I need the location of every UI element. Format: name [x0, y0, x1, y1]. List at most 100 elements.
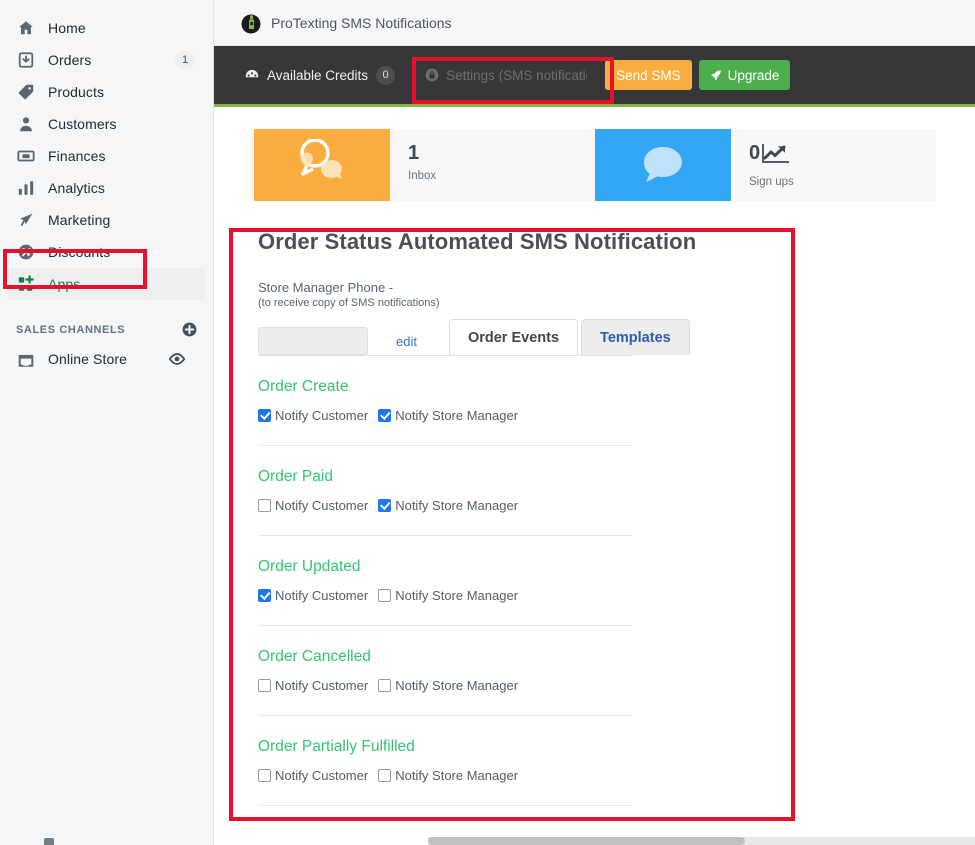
sidebar-item-orders[interactable]: Orders 1 [8, 44, 205, 76]
sidebar-item-analytics[interactable]: Analytics [8, 172, 205, 204]
checkbox-box[interactable] [378, 679, 392, 692]
sidebar-item-finances[interactable]: Finances [8, 140, 205, 172]
checkbox-box[interactable] [258, 769, 271, 782]
order-event-name: Order Cancelled [258, 648, 371, 665]
stat-card-inbox[interactable]: 1 Inbox [254, 129, 595, 201]
edit-phone-link[interactable]: edit [396, 334, 417, 349]
send-sms-button[interactable]: Send SMS [605, 60, 692, 90]
checkbox-box[interactable] [378, 769, 392, 782]
store-manager-phone-label: Store Manager Phone - [258, 280, 394, 295]
tab-order-events[interactable]: Order Events [448, 319, 579, 355]
sales-channels-label: SALES CHANNELS [16, 323, 126, 336]
sidebar: Home Orders 1 Products Customers Finances Anal… [0, 0, 214, 845]
notify-store-manager-checkbox[interactable]: Notify Store Manager [378, 678, 518, 693]
sidebar-item-customers[interactable]: Customers [8, 108, 205, 140]
order-event-row: Order Partially Fulfilled Notify Customer… [258, 716, 633, 806]
notify-customer-checkbox[interactable]: Notify Customer [258, 768, 368, 783]
notify-store-manager-checkbox[interactable]: Notify Store Manager [378, 768, 518, 783]
notify-store-manager-checkbox[interactable]: Notify Store Manager [378, 498, 518, 513]
available-credits-value: 0 [376, 65, 396, 85]
sidebar-item-marketing[interactable]: Marketing [8, 204, 205, 236]
eye-icon[interactable] [163, 350, 191, 368]
store-manager-phone-sublabel: (to receive copy of SMS notifications) [258, 297, 440, 309]
notify-customer-label: Notify Customer [275, 498, 369, 513]
settings-button[interactable]: Settings (SMS notifications) [425, 68, 587, 83]
main-area: ProTexting SMS Notifications Available C… [214, 0, 975, 845]
notify-store-manager-label: Notify Store Manager [395, 678, 519, 693]
sales-channels-header: SALES CHANNELS [16, 322, 197, 337]
phone-and-tabs-row: edit Order Events Templates [258, 319, 975, 355]
sidebar-channel-online-store[interactable]: Online Store [8, 343, 205, 375]
app-root: Home Orders 1 Products Customers Finances Anal… [0, 0, 975, 845]
sidebar-item-badge: 1 [175, 51, 195, 69]
order-event-name: Order Updated [258, 558, 361, 575]
sales-channels-list: Online Store [0, 343, 213, 375]
checkbox-box[interactable] [378, 499, 392, 512]
analytics-icon [16, 178, 36, 198]
order-event-separator [258, 805, 633, 806]
stat-card-sign-ups[interactable]: 0 Sign ups [595, 129, 936, 201]
order-event-checkboxes: Notify Customer Notify Store Manager [258, 588, 633, 603]
sidebar-item-products[interactable]: Products [8, 76, 205, 108]
checkbox-box[interactable] [258, 589, 271, 602]
notify-customer-checkbox[interactable]: Notify Customer [258, 408, 368, 423]
order-event-name: Order Paid [258, 468, 333, 485]
checkbox-box[interactable] [258, 409, 271, 422]
sidebar-item-apps[interactable]: Apps [8, 268, 205, 300]
sidebar-item-label: Products [48, 84, 105, 100]
notify-customer-label: Notify Customer [275, 768, 369, 783]
notify-store-manager-checkbox[interactable]: Notify Store Manager [378, 588, 518, 603]
storefront-icon [16, 349, 36, 369]
checkbox-box[interactable] [258, 499, 271, 512]
checkbox-box[interactable] [378, 409, 392, 422]
store-manager-phone-input[interactable] [258, 327, 368, 355]
upgrade-label: Upgrade [727, 67, 780, 83]
sidebar-item-label: Analytics [48, 180, 105, 196]
lock-icon [425, 68, 439, 82]
upgrade-button[interactable]: Upgrade [698, 60, 791, 90]
stats-row: 1 Inbox 0 Sign ups [214, 107, 975, 201]
marketing-icon [16, 210, 36, 230]
order-event-checkboxes: Notify Customer Notify Store Manager [258, 498, 633, 513]
scrollbar-thumb[interactable] [428, 837, 746, 845]
app-titlebar: ProTexting SMS Notifications [214, 0, 975, 46]
sidebar-item-label: Home [48, 20, 86, 36]
checkbox-box[interactable] [258, 679, 271, 692]
settings-button-label: Settings (SMS notifications) [446, 67, 587, 83]
sidebar-nav-list: Home Orders 1 Products Customers Finances Anal… [0, 12, 213, 300]
orders-icon [16, 50, 36, 70]
finances-icon [16, 146, 36, 166]
checkbox-box[interactable] [378, 589, 392, 602]
stat-card-body: 1 Inbox [390, 129, 595, 201]
sidebar-item-home[interactable]: Home [8, 12, 205, 44]
order-event-name: Order Create [258, 378, 349, 395]
send-sms-label: Send SMS [616, 67, 681, 83]
stat-card-body: 0 Sign ups [731, 129, 936, 201]
sidebar-item-label: Marketing [48, 212, 111, 228]
stat-card-value: 0 [749, 142, 761, 164]
discounts-icon [16, 242, 36, 262]
stat-card-caption: Inbox [408, 170, 437, 182]
sidebar-item-label: Customers [48, 116, 117, 132]
notify-customer-checkbox[interactable]: Notify Customer [258, 498, 368, 513]
home-icon [16, 18, 36, 38]
panel-tabs: Order Events Templates [448, 319, 690, 355]
notify-customer-label: Notify Customer [275, 408, 369, 423]
app-toolbar: Available Credits 0 Settings (SMS notifi… [214, 46, 975, 107]
notify-customer-checkbox[interactable]: Notify Customer [258, 678, 368, 693]
horizontal-scrollbar[interactable] [428, 837, 975, 845]
order-status-panel: Order Status Automated SMS Notification … [214, 201, 975, 806]
order-events-list: Order Create Notify Customer Notify Store … [258, 356, 633, 806]
notify-customer-checkbox[interactable]: Notify Customer [258, 588, 368, 603]
plus-circle-icon[interactable] [182, 322, 197, 337]
trend-up-icon [761, 143, 790, 169]
customers-icon [16, 114, 36, 134]
tab-templates[interactable]: Templates [581, 319, 690, 355]
sidebar-item-discounts[interactable]: Discounts [8, 236, 205, 268]
stat-card-caption: Sign ups [749, 176, 794, 188]
notify-store-manager-label: Notify Store Manager [395, 498, 519, 513]
stat-card-value: 1 [408, 142, 420, 164]
order-event-name: Order Partially Fulfilled [258, 738, 415, 755]
stat-card-value-row: 0 [749, 143, 936, 169]
notify-store-manager-checkbox[interactable]: Notify Store Manager [378, 408, 518, 423]
